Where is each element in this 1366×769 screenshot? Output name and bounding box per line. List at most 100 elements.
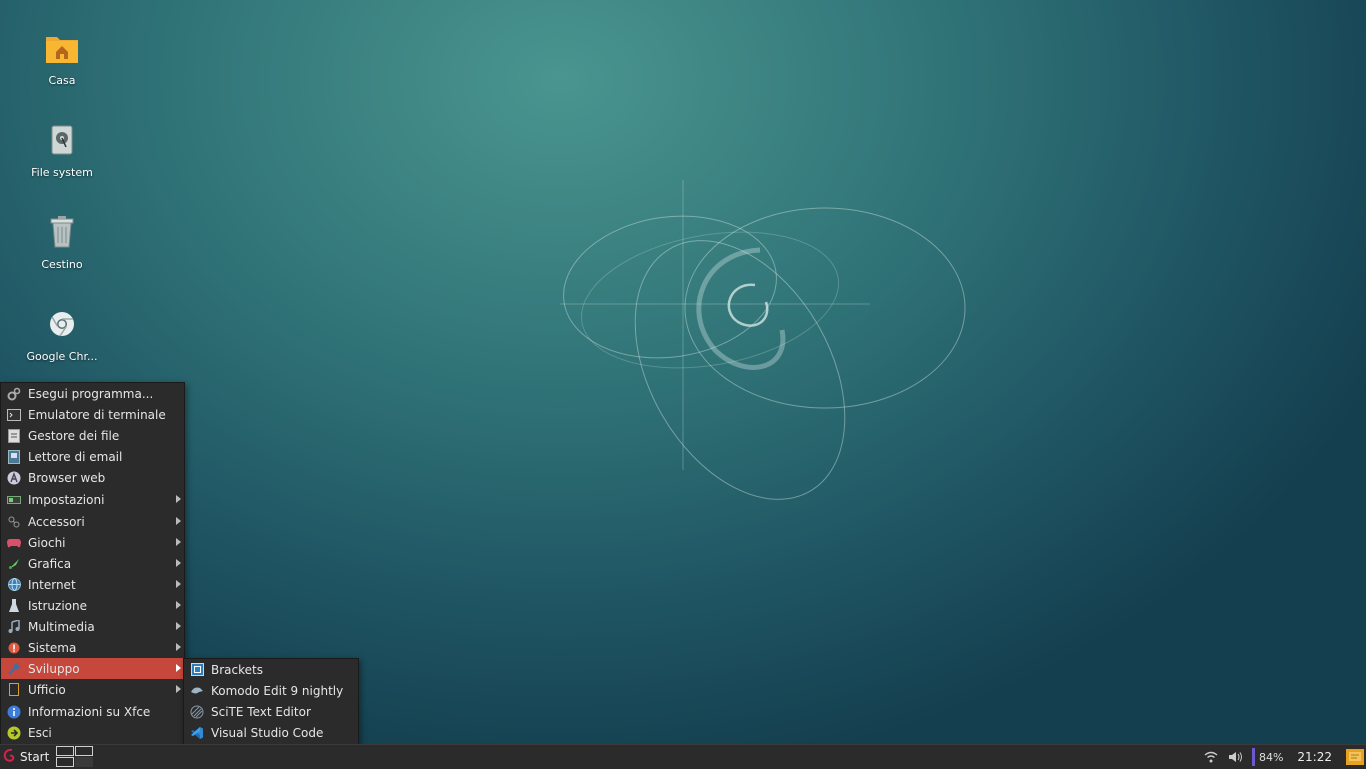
- submenu-arrow-icon: [176, 538, 181, 546]
- system-tray: 84% 21:22: [1196, 745, 1366, 769]
- menu-item-label: Grafica: [28, 556, 72, 571]
- brackets-icon: [190, 663, 204, 677]
- menu-item-web-browser[interactable]: Browser web: [1, 467, 184, 488]
- wifi-icon[interactable]: [1204, 751, 1218, 763]
- desktop-icon-label: Casa: [48, 74, 76, 87]
- accessories-icon: [7, 515, 21, 529]
- applications-menu: Esegui programma... Emulatore di termina…: [0, 382, 185, 746]
- menu-item-label: Informazioni su Xfce: [28, 704, 151, 719]
- trash-icon: [42, 212, 82, 252]
- menu-item-label: Browser web: [28, 470, 106, 485]
- desktop-icon-label: Google Chr...: [26, 350, 98, 363]
- gamepad-icon: [7, 536, 21, 550]
- workspace-1[interactable]: [56, 746, 75, 756]
- menu-item-label: Internet: [28, 577, 76, 592]
- menu-item-label: Lettore di email: [28, 449, 123, 464]
- battery-indicator[interactable]: 84%: [1251, 748, 1284, 766]
- desktop-icon-label: Cestino: [41, 258, 83, 271]
- submenu-arrow-icon: [176, 622, 181, 630]
- web-browser-icon: [7, 471, 21, 485]
- menu-item-education[interactable]: Istruzione: [1, 595, 184, 616]
- submenu-item-scite[interactable]: SciTE Text Editor: [184, 701, 358, 722]
- file-manager-icon: [7, 428, 21, 443]
- menu-item-label: Istruzione: [28, 598, 87, 613]
- submenu-arrow-icon: [176, 495, 181, 503]
- submenu-arrow-icon: [176, 601, 181, 609]
- system-icon: [7, 641, 21, 655]
- menu-item-run-program[interactable]: Esegui programma...: [1, 383, 184, 404]
- submenu-item-vscode[interactable]: Visual Studio Code: [184, 722, 358, 743]
- menu-item-label: Giochi: [28, 535, 66, 550]
- wallpaper-swirl: [560, 180, 966, 500]
- music-icon: [7, 620, 21, 634]
- menu-item-accessories[interactable]: Accessori: [1, 511, 184, 532]
- taskbar: Start 84% 21:22: [0, 744, 1366, 769]
- submenu-arrow-icon: [176, 580, 181, 588]
- desktop-icon-filesystem[interactable]: File system: [20, 120, 104, 200]
- menu-item-file-manager[interactable]: Gestore dei file: [1, 425, 184, 446]
- submenu-arrow-icon: [176, 643, 181, 651]
- menu-item-settings[interactable]: Impostazioni: [1, 489, 184, 510]
- menu-item-label: SciTE Text Editor: [211, 704, 311, 719]
- desktop-icon-label: File system: [31, 166, 93, 179]
- desktop-icon-chrome[interactable]: Google Chr...: [20, 304, 104, 384]
- wrench-icon: [7, 662, 21, 676]
- submenu-arrow-icon: [176, 685, 181, 693]
- start-button[interactable]: Start: [0, 745, 53, 769]
- menu-item-label: Esegui programma...: [28, 386, 154, 401]
- education-icon: [7, 599, 21, 613]
- info-icon: [7, 705, 21, 719]
- graphics-icon: [7, 557, 21, 571]
- office-icon: [7, 683, 21, 697]
- drive-icon: [42, 120, 82, 160]
- menu-item-label: Esci: [28, 725, 52, 740]
- desktop-icon-home[interactable]: Casa: [20, 28, 104, 108]
- volume-icon[interactable]: [1228, 751, 1244, 763]
- komodo-icon: [190, 684, 204, 698]
- menu-item-about-xfce[interactable]: Informazioni su Xfce: [1, 701, 184, 722]
- menu-item-terminal[interactable]: Emulatore di terminale: [1, 404, 184, 425]
- menu-item-label: Gestore dei file: [28, 428, 120, 443]
- menu-item-label: Komodo Edit 9 nightly: [211, 683, 344, 698]
- submenu-item-komodo[interactable]: Komodo Edit 9 nightly: [184, 680, 358, 701]
- workspace-4[interactable]: [75, 757, 94, 767]
- submenu-item-brackets[interactable]: Brackets: [184, 659, 358, 680]
- menu-item-system[interactable]: Sistema: [1, 637, 184, 658]
- submenu-arrow-icon: [176, 559, 181, 567]
- battery-percentage: 84%: [1258, 750, 1284, 764]
- workspace-3[interactable]: [56, 757, 75, 767]
- notes-icon[interactable]: [1346, 749, 1364, 765]
- menu-item-games[interactable]: Giochi: [1, 532, 184, 553]
- menu-item-label: Sistema: [28, 640, 77, 655]
- menu-item-email[interactable]: Lettore di email: [1, 446, 184, 467]
- scite-icon: [190, 705, 204, 719]
- menu-item-logout[interactable]: Esci: [1, 722, 184, 743]
- submenu-arrow-icon: [176, 664, 181, 672]
- menu-item-label: Accessori: [28, 514, 85, 529]
- menu-item-development[interactable]: Sviluppo: [1, 658, 184, 679]
- development-submenu: Brackets Komodo Edit 9 nightly SciTE Tex…: [183, 658, 359, 746]
- menu-item-label: Brackets: [211, 662, 263, 677]
- menu-item-label: Emulatore di terminale: [28, 407, 166, 422]
- clock[interactable]: 21:22: [1297, 750, 1332, 764]
- vscode-icon: [190, 726, 204, 740]
- menu-item-label: Impostazioni: [28, 492, 105, 507]
- menu-item-label: Multimedia: [28, 619, 95, 634]
- gears-icon: [7, 387, 21, 401]
- workspace-2[interactable]: [75, 746, 94, 756]
- globe-icon: [7, 578, 21, 592]
- submenu-arrow-icon: [176, 517, 181, 525]
- menu-item-internet[interactable]: Internet: [1, 574, 184, 595]
- menu-item-graphics[interactable]: Grafica: [1, 553, 184, 574]
- menu-item-multimedia[interactable]: Multimedia: [1, 616, 184, 637]
- email-icon: [7, 449, 21, 464]
- home-folder-icon: [42, 28, 82, 68]
- start-label: Start: [20, 750, 50, 764]
- desktop-icon-trash[interactable]: Cestino: [20, 212, 104, 292]
- menu-item-office[interactable]: Ufficio: [1, 679, 184, 700]
- menu-item-label: Visual Studio Code: [211, 725, 324, 740]
- logout-icon: [7, 726, 21, 740]
- settings-icon: [7, 493, 21, 507]
- chrome-icon: [42, 304, 82, 344]
- workspace-switcher[interactable]: [56, 746, 94, 768]
